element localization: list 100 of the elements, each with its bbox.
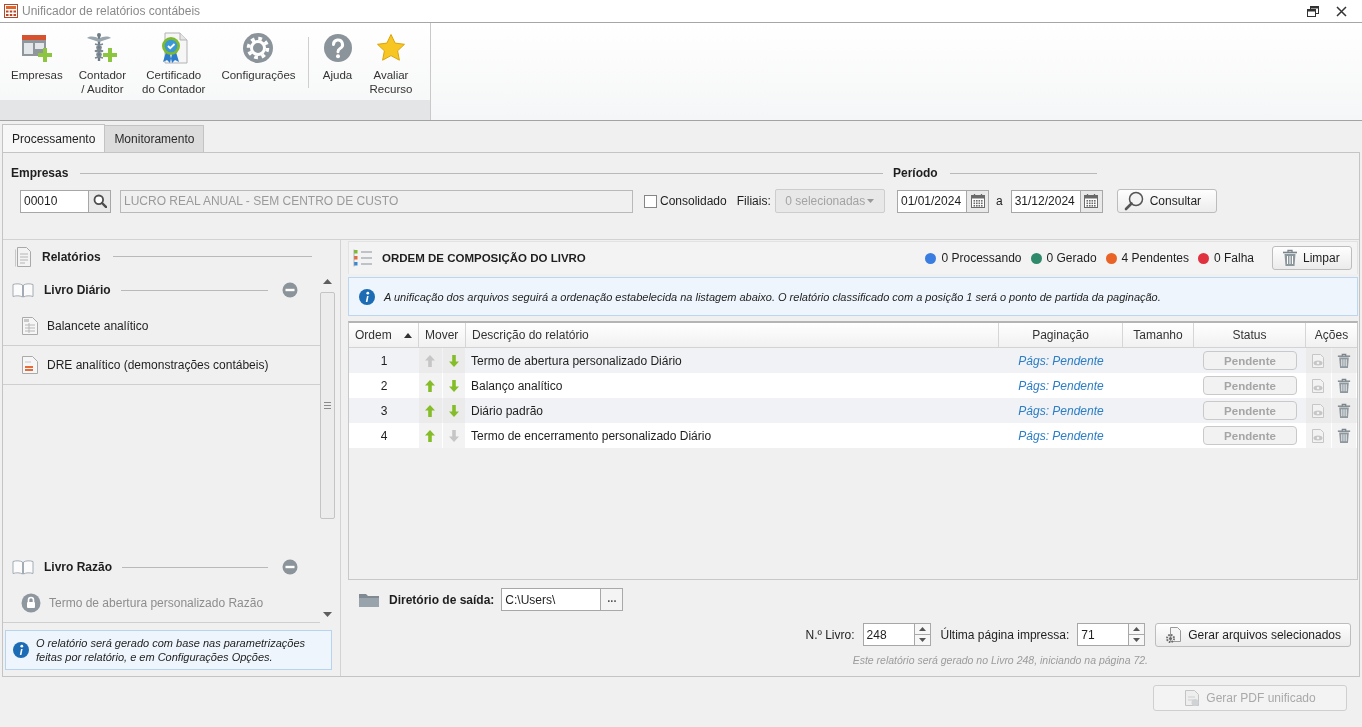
delete-button[interactable] <box>1331 398 1356 423</box>
table-cell-text: Termo de encerramento personalizado Diário <box>470 427 713 445</box>
company-code-field[interactable]: 00010 <box>20 189 89 213</box>
caret-down-icon <box>867 199 875 203</box>
document-eye-icon <box>1311 352 1326 369</box>
calendar-icon <box>1083 193 1100 209</box>
settings-icon <box>242 32 275 64</box>
info-icon <box>359 288 375 305</box>
trash-icon <box>1336 402 1351 419</box>
end-date-field[interactable]: 31/12/2024 <box>1010 189 1081 213</box>
toolbar-button[interactable]: Empresas <box>3 23 71 82</box>
delete-button[interactable] <box>1331 423 1356 448</box>
triangle-down-icon <box>323 612 332 617</box>
legend-label: 0 Gerado <box>1046 251 1097 265</box>
help-icon <box>321 32 354 64</box>
book-number-field[interactable]: 248 <box>862 623 915 646</box>
move-down-button[interactable] <box>442 423 465 448</box>
tab[interactable]: Monitoramento <box>104 125 205 152</box>
pagination-link[interactable]: Págs: Pendente <box>1018 378 1104 393</box>
table-cell-text: Diário padrão <box>470 402 545 420</box>
generate-files-button[interactable]: Gerar arquivos selecionados <box>1155 622 1351 647</box>
calendar-button[interactable] <box>967 189 989 213</box>
toolbar-button[interactable]: Ajuda <box>313 23 362 82</box>
column-header[interactable]: Descrição do relatório <box>466 323 999 347</box>
branches-label: Filiais: <box>736 194 771 208</box>
legend-label: 4 Pendentes <box>1121 251 1189 265</box>
pagination-link[interactable]: Págs: Pendente <box>1018 428 1104 443</box>
move-down-button[interactable] <box>442 373 465 398</box>
caret-up-icon <box>1133 627 1141 631</box>
toolbar-button[interactable]: Contador / Auditor <box>70 23 135 96</box>
clear-button[interactable]: Limpar <box>1272 246 1352 270</box>
column-header[interactable]: Ordem <box>349 323 419 347</box>
table-cell-text: 3 <box>379 402 389 420</box>
legend-label: 0 Falha <box>1213 251 1254 265</box>
delete-button[interactable] <box>1331 348 1356 373</box>
column-header[interactable]: Paginação <box>999 323 1123 347</box>
column-header[interactable]: Status <box>1194 323 1306 347</box>
query-button[interactable]: Consultar <box>1116 189 1217 213</box>
checkbox[interactable] <box>644 194 657 208</box>
search-button[interactable] <box>89 189 111 213</box>
star-icon <box>374 32 407 64</box>
move-up-button[interactable] <box>419 373 442 398</box>
toolbar-button[interactable]: Configurações <box>213 23 304 82</box>
table-cell-text: 1 <box>379 352 389 370</box>
spin-up-button[interactable] <box>1129 623 1146 635</box>
move-up-button[interactable] <box>419 398 442 423</box>
tab[interactable]: Processamento <box>2 124 106 152</box>
document-icon <box>1184 689 1201 707</box>
browse-button[interactable]: ... <box>601 588 624 611</box>
output-path-field[interactable]: C:\Users\ <box>501 588 602 611</box>
range-label: a <box>996 194 1003 208</box>
spin-down-button[interactable] <box>1129 635 1146 646</box>
move-down-button[interactable] <box>442 348 465 373</box>
checkbox-label: Consolidado <box>660 194 727 208</box>
report-item[interactable]: DRE analítico (demonstrações contábeis) <box>3 346 320 385</box>
folder-icon <box>358 591 380 608</box>
start-date-field[interactable]: 01/01/2024 <box>897 189 967 213</box>
last-page-field[interactable]: 71 <box>1077 623 1130 646</box>
trash-icon <box>1336 427 1351 444</box>
toolbar-button[interactable]: Certificado do Contador <box>134 23 214 96</box>
minus-circle-icon[interactable] <box>282 282 298 298</box>
triangle-up-icon <box>323 279 332 284</box>
document-eye-icon <box>1311 427 1326 444</box>
table-cell-text: 2 <box>379 377 389 395</box>
pagination-link[interactable]: Págs: Pendente <box>1018 403 1104 418</box>
calendar-icon <box>969 193 986 209</box>
section-heading: Período <box>893 166 938 180</box>
section-heading: Empresas <box>11 166 69 180</box>
column-header[interactable]: Mover <box>419 323 466 347</box>
spin-down-button[interactable] <box>914 635 931 646</box>
pagination-link[interactable]: Págs: Pendente <box>1018 353 1104 368</box>
document-icon <box>21 355 39 375</box>
info-icon <box>13 642 29 658</box>
search-icon <box>92 194 107 208</box>
calendar-button[interactable] <box>1080 189 1103 213</box>
document-icon <box>14 245 32 268</box>
scrollbar-thumb[interactable] <box>320 292 335 519</box>
move-up-button[interactable] <box>419 423 442 448</box>
magnifier-icon <box>1123 191 1144 211</box>
info-message: A unificação dos arquivos seguirá a ordenação estabelecida na listagem abaixo. O relatório classificado com a posição 1 será o ponto de partida da paginação. <box>384 290 1161 303</box>
hint-text: Este relatório será gerado no Livro 248, iniciando na página 72. <box>852 654 1148 666</box>
numbered-list-icon <box>353 249 373 267</box>
window-title: Unificador de relatórios contábeis <box>22 4 201 18</box>
book-number-label: N.º Livro: <box>805 627 855 642</box>
report-item[interactable]: Balancete analítico <box>3 307 320 346</box>
spreadsheet-document-icon <box>21 316 39 336</box>
table-cell-text: Balanço analítico <box>470 377 564 395</box>
building-add-icon <box>20 32 53 64</box>
legend-label: 0 Processando <box>941 251 1022 265</box>
toolbar-button[interactable]: Avaliar Recurso <box>361 23 421 96</box>
delete-button[interactable] <box>1331 373 1356 398</box>
move-down-button[interactable] <box>442 398 465 423</box>
column-header[interactable]: Tamanho <box>1123 323 1194 347</box>
minus-circle-icon[interactable] <box>282 559 298 575</box>
document-eye-icon <box>1311 402 1326 419</box>
book-icon <box>12 559 34 575</box>
gear-document-icon <box>1165 625 1184 644</box>
caret-down-icon <box>918 638 926 642</box>
trash-icon <box>1336 352 1351 369</box>
output-label: Diretório de saída: <box>389 592 495 607</box>
